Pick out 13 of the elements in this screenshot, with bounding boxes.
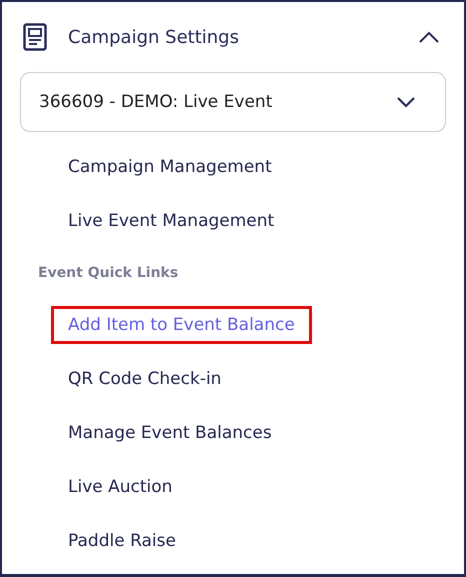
nav-link[interactable]: Add Item to Event Balance <box>54 309 309 341</box>
document-icon <box>23 23 47 51</box>
panel-title: Campaign Settings <box>68 26 240 48</box>
nav-link[interactable]: QR Code Check-in <box>68 363 222 395</box>
campaign-dropdown[interactable]: 366609 - DEMO: Live Event <box>20 72 446 132</box>
chevron-icon <box>395 95 417 109</box>
nav-link[interactable]: Campaign Management <box>68 151 272 183</box>
nav-link[interactable]: Paddle Raise <box>68 525 176 557</box>
nav-link[interactable]: Live Auction <box>68 471 172 503</box>
chevron-icon[interactable] <box>418 30 440 44</box>
section-heading: Event Quick Links <box>37 264 180 283</box>
nav-link[interactable]: Manage Event Balances <box>68 417 272 449</box>
nav-link[interactable]: Live Event Management <box>68 205 274 237</box>
